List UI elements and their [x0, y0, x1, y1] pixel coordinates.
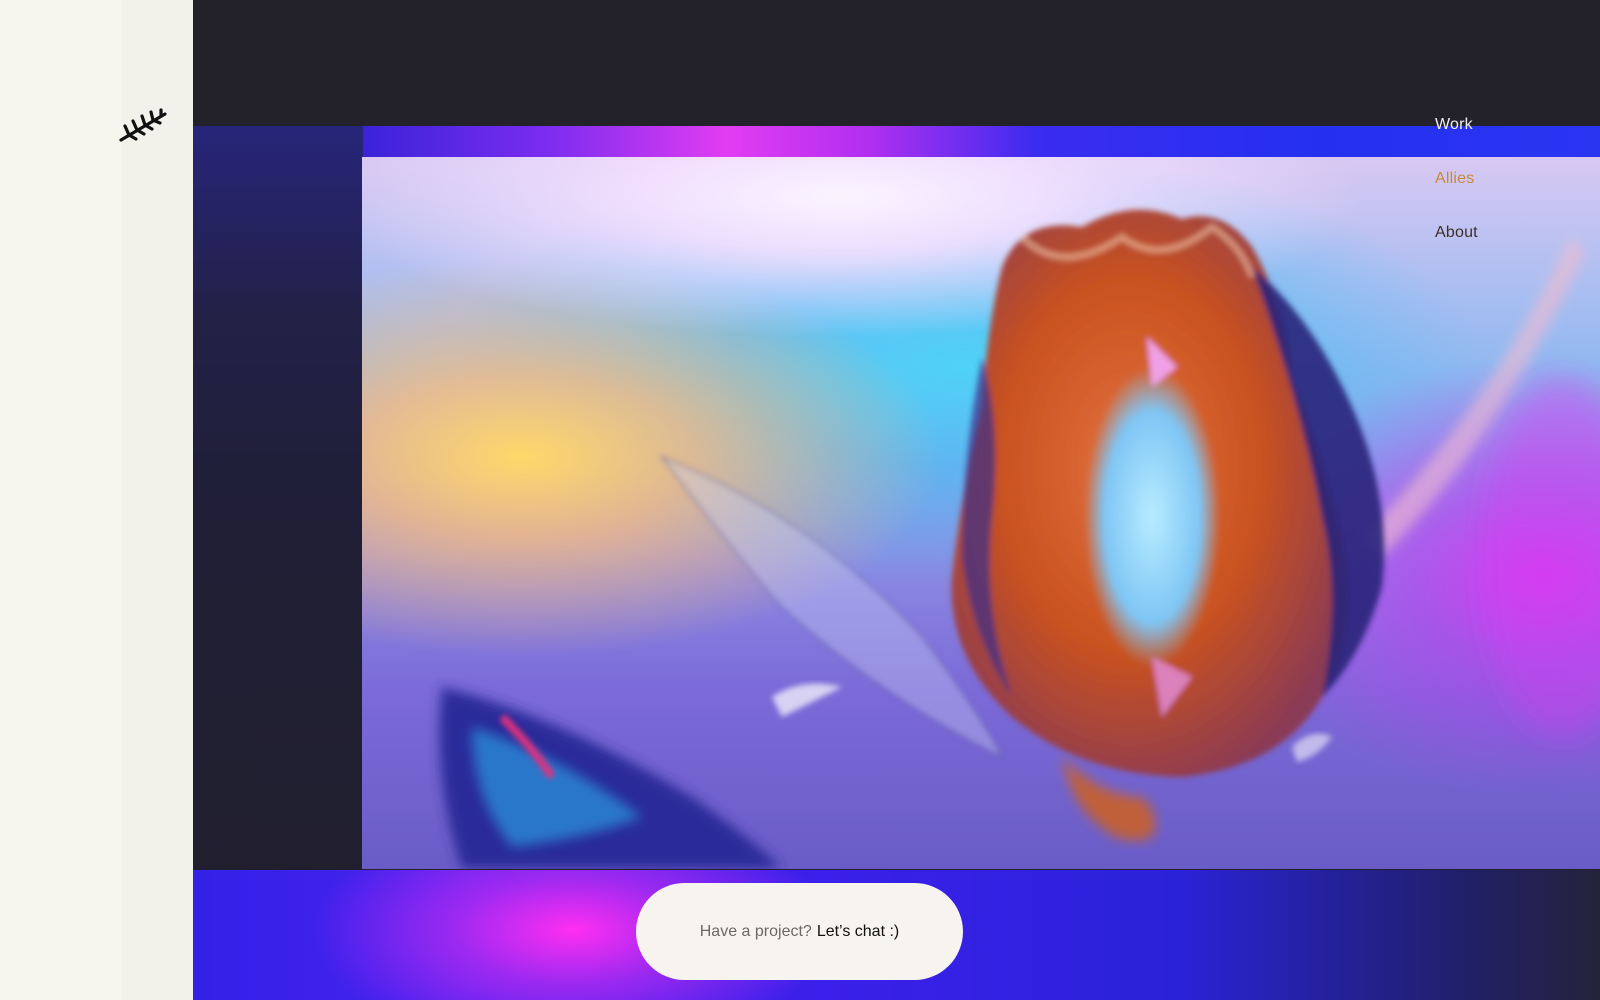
main-nav: Work Allies About: [1435, 116, 1478, 278]
hero-image: [362, 157, 1600, 869]
hero-stage: [193, 0, 1600, 1000]
lets-chat-link[interactable]: Let’s chat :): [817, 923, 899, 941]
contact-cta-pill[interactable]: Have a project? Let’s chat :): [636, 883, 963, 980]
left-sidebar: [0, 0, 193, 1000]
nav-item-about[interactable]: About: [1435, 224, 1478, 278]
nav-item-work[interactable]: Work: [1435, 116, 1478, 170]
left-glow-column: [193, 126, 363, 876]
nav-item-allies[interactable]: Allies: [1435, 170, 1478, 224]
top-glow-strip: [193, 126, 1600, 158]
fern-sprig-icon[interactable]: [117, 106, 169, 146]
sidebar-strip: [122, 0, 193, 1000]
cta-question: Have a project?: [699, 922, 812, 940]
top-band: [193, 0, 1600, 126]
